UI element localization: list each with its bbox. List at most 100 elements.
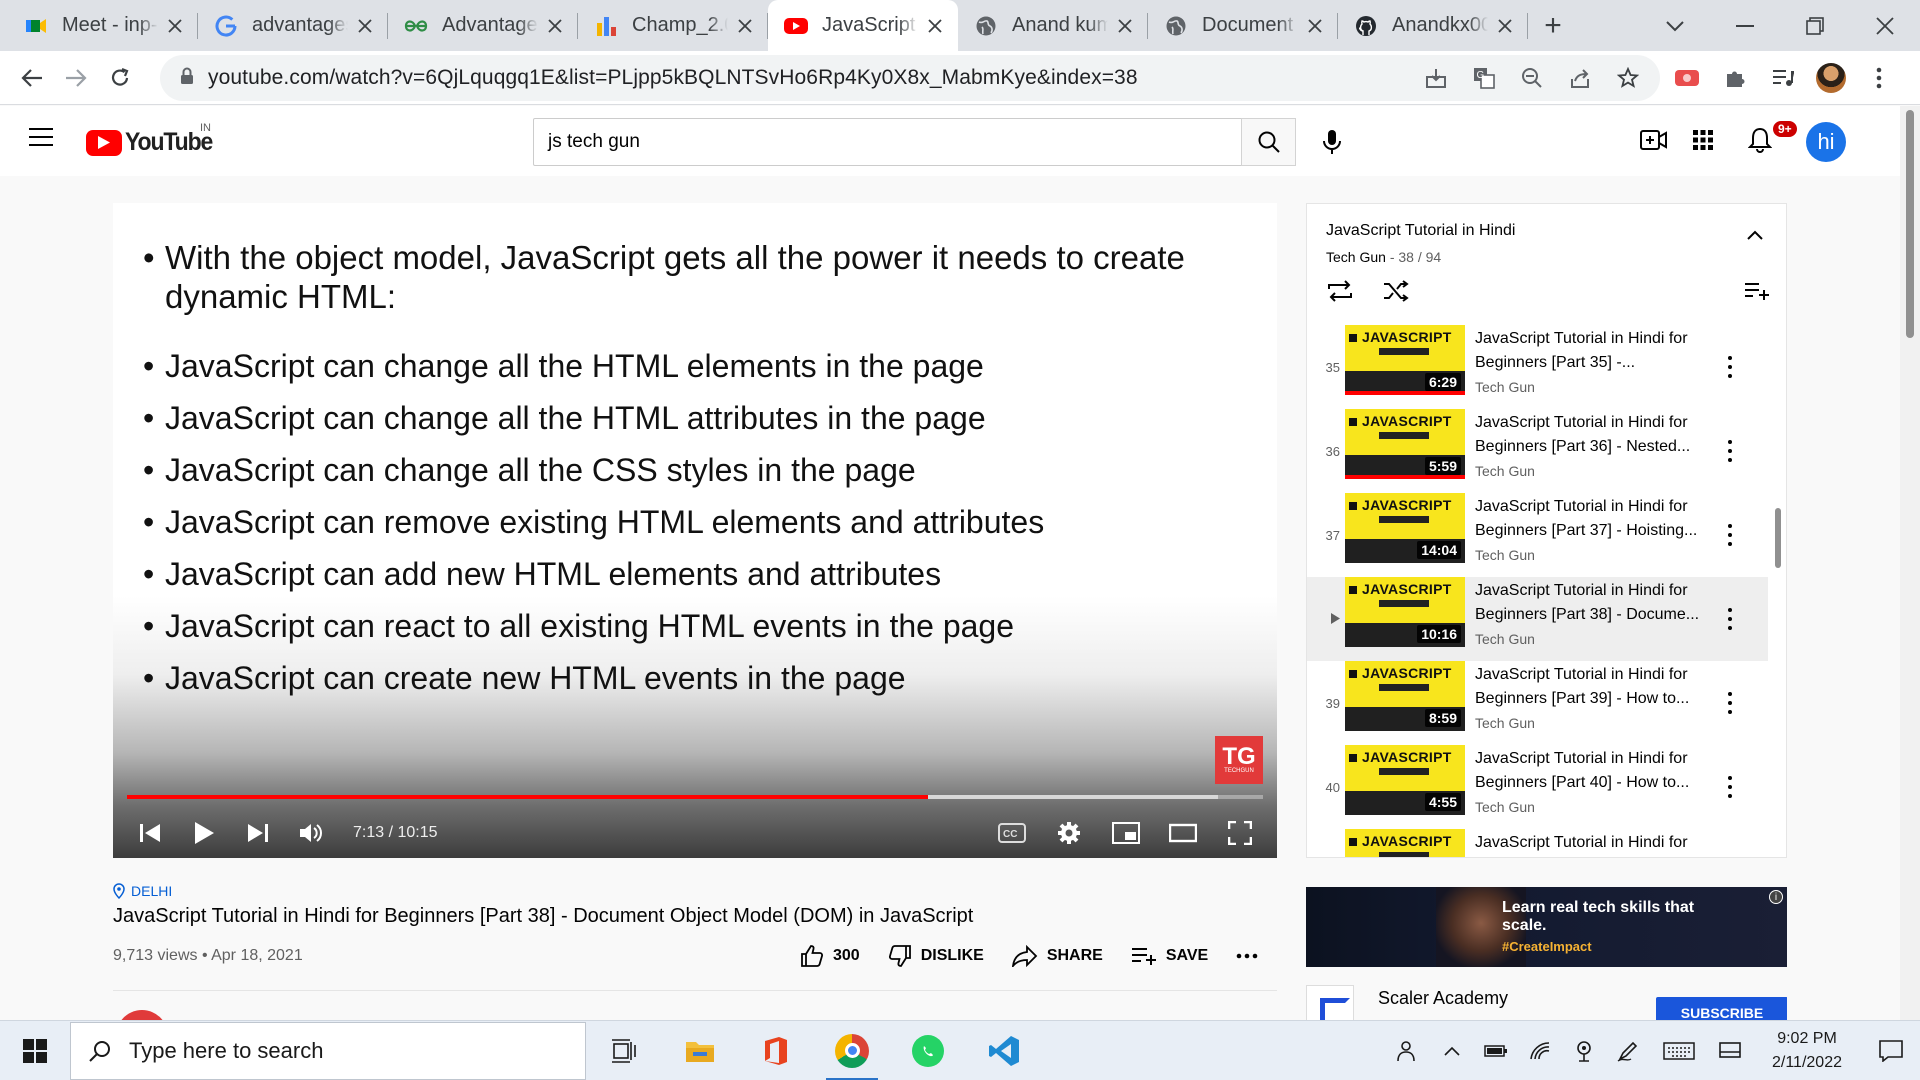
- vscode-icon[interactable]: [966, 1021, 1042, 1080]
- browser-tab[interactable]: Champ_2.0: [578, 0, 768, 51]
- close-tab-icon[interactable]: [544, 15, 566, 37]
- clock[interactable]: 9:02 PM 2/11/2022: [1752, 1027, 1862, 1075]
- fullscreen-icon[interactable]: [1213, 810, 1267, 856]
- close-tab-icon[interactable]: [164, 15, 186, 37]
- pen-workspace-icon[interactable]: [1606, 1021, 1650, 1080]
- ad-info-icon[interactable]: i: [1769, 890, 1783, 904]
- profile-avatar[interactable]: [1809, 56, 1853, 100]
- tab-search-icon[interactable]: [1640, 4, 1710, 48]
- close-tab-icon[interactable]: [734, 15, 756, 37]
- more-options-icon[interactable]: [1720, 773, 1740, 801]
- browser-tab[interactable]: Anand kum: [958, 0, 1148, 51]
- playlist-channel[interactable]: Tech Gun: [1326, 249, 1386, 265]
- playlist-item-info[interactable]: JavaScript Tutorial in Hindi for: [1475, 829, 1715, 857]
- apps-grid-icon[interactable]: [1692, 129, 1714, 156]
- install-app-icon[interactable]: [1414, 56, 1458, 100]
- miniplayer-icon[interactable]: [1099, 810, 1153, 856]
- reload-button[interactable]: [98, 56, 142, 100]
- playlist-item-title[interactable]: JavaScript Tutorial in Hindi for Beginne…: [1475, 747, 1715, 795]
- minimize-button[interactable]: [1710, 4, 1780, 48]
- playlist-item-info[interactable]: JavaScript Tutorial in Hindi for Beginne…: [1475, 493, 1715, 563]
- clock-time[interactable]: 9:02 PM: [1752, 1027, 1862, 1051]
- subscribe-button[interactable]: SUBSCRIBE: [1656, 997, 1787, 1020]
- playlist-item-info[interactable]: JavaScript Tutorial in Hindi for Beginne…: [1475, 577, 1715, 647]
- browser-tab[interactable]: Advantages: [388, 0, 578, 51]
- youtube-logo[interactable]: YouTube IN: [86, 122, 220, 157]
- playlist-item-info[interactable]: JavaScript Tutorial in Hindi for Beginne…: [1475, 661, 1715, 731]
- more-options-icon[interactable]: [1720, 437, 1740, 465]
- hamburger-menu-icon[interactable]: [28, 126, 58, 156]
- browser-tab[interactable]: Document: [1148, 0, 1338, 51]
- playlist-item-title[interactable]: JavaScript Tutorial in Hindi for Beginne…: [1475, 663, 1715, 711]
- extensions-puzzle-icon[interactable]: [1713, 56, 1757, 100]
- shuffle-playlist-icon[interactable]: [1382, 279, 1410, 308]
- playlist-item-thumbnail[interactable]: JAVASCRIPT 6:29: [1345, 325, 1465, 395]
- playlist-item[interactable]: JAVASCRIPT 10:16 JavaScript Tutorial in Hi…: [1307, 577, 1768, 661]
- address-bar[interactable]: youtube.com/watch?v=6QjLquqgq1E&list=PLj…: [160, 55, 1660, 101]
- advertiser-name[interactable]: Scaler Academy: [1378, 988, 1508, 1009]
- more-options-icon[interactable]: [1720, 521, 1740, 549]
- close-tab-icon[interactable]: [1304, 15, 1326, 37]
- show-hidden-icons-chevron-icon[interactable]: [1430, 1021, 1474, 1080]
- taskbar-search-box[interactable]: Type here to search: [70, 1021, 586, 1080]
- playlist-item-thumbnail[interactable]: JAVASCRIPT 5:59: [1345, 409, 1465, 479]
- url-text[interactable]: youtube.com/watch?v=6QjLquqgq1E&list=PLj…: [208, 66, 1138, 90]
- more-actions-icon[interactable]: [1236, 953, 1258, 959]
- playlist-item[interactable]: 39 JAVASCRIPT 8:59 JavaScript Tutorial in H…: [1307, 661, 1768, 745]
- people-icon[interactable]: [1386, 1021, 1430, 1080]
- captions-icon[interactable]: CC: [985, 810, 1039, 856]
- windows-start-icon[interactable]: [0, 1021, 70, 1080]
- chrome-taskbar-icon[interactable]: [814, 1021, 890, 1080]
- play-icon[interactable]: [177, 810, 231, 856]
- playlist-title[interactable]: JavaScript Tutorial in Hindi: [1326, 222, 1515, 240]
- notifications-bell-icon[interactable]: [1747, 127, 1773, 158]
- search-input[interactable]: js tech gun: [533, 118, 1296, 166]
- share-icon[interactable]: [1558, 56, 1602, 100]
- webcam-icon[interactable]: [1562, 1021, 1606, 1080]
- more-options-icon[interactable]: [1720, 689, 1740, 717]
- more-options-icon[interactable]: [1720, 605, 1740, 633]
- page-scrollbar[interactable]: [1900, 106, 1920, 1020]
- restore-button[interactable]: [1780, 4, 1850, 48]
- sponsored-ad-banner[interactable]: Learn real tech skills that scale. #Crea…: [1306, 887, 1787, 967]
- playlist-item-info[interactable]: JavaScript Tutorial in Hindi for Beginne…: [1475, 325, 1715, 395]
- search-query-text[interactable]: js tech gun: [548, 131, 1251, 153]
- office-icon[interactable]: [738, 1021, 814, 1080]
- share-button[interactable]: SHARE: [1011, 945, 1103, 967]
- lock-icon[interactable]: [180, 67, 194, 90]
- forward-button[interactable]: [54, 56, 98, 100]
- bookmark-star-icon[interactable]: [1606, 56, 1650, 100]
- close-tab-icon[interactable]: [354, 15, 376, 37]
- battery-icon[interactable]: [1474, 1021, 1518, 1080]
- chrome-menu-icon[interactable]: [1857, 56, 1901, 100]
- taskbar-search-placeholder[interactable]: Type here to search: [129, 1038, 323, 1064]
- playlist-item[interactable]: JAVASCRIPT JavaScript Tutorial in Hindi f…: [1307, 829, 1768, 857]
- playlist-item[interactable]: 35 JAVASCRIPT 6:29 JavaScript Tutorial in H…: [1307, 325, 1768, 409]
- volume-icon[interactable]: [285, 810, 339, 856]
- create-video-icon[interactable]: [1640, 129, 1668, 156]
- close-tab-icon[interactable]: [1114, 15, 1136, 37]
- wifi-icon[interactable]: [1518, 1021, 1562, 1080]
- save-button[interactable]: SAVE: [1131, 946, 1208, 966]
- previous-video-icon[interactable]: [123, 810, 177, 856]
- playlist-item[interactable]: 40 JAVASCRIPT 4:55 JavaScript Tutorial in H…: [1307, 745, 1768, 829]
- close-tab-icon[interactable]: [1494, 15, 1516, 37]
- playlist-item-info[interactable]: JavaScript Tutorial in Hindi for Beginne…: [1475, 745, 1715, 815]
- playlist-item-thumbnail[interactable]: JAVASCRIPT 4:55: [1345, 745, 1465, 815]
- translate-icon[interactable]: G: [1462, 56, 1506, 100]
- seek-bar[interactable]: [127, 795, 1263, 799]
- whatsapp-icon[interactable]: [890, 1021, 966, 1080]
- voice-search-button[interactable]: [1310, 120, 1354, 164]
- dislike-button[interactable]: DISLIKE: [888, 944, 984, 968]
- playlist-item-title[interactable]: JavaScript Tutorial in Hindi for Beginne…: [1475, 327, 1715, 375]
- theater-mode-icon[interactable]: [1156, 810, 1210, 856]
- playlist-item-thumbnail[interactable]: JAVASCRIPT: [1345, 829, 1465, 857]
- playlist-item-title[interactable]: JavaScript Tutorial in Hindi for: [1475, 831, 1715, 857]
- media-control-icon[interactable]: [1761, 56, 1805, 100]
- page-scrollbar-thumb[interactable]: [1906, 110, 1914, 338]
- account-avatar[interactable]: hi: [1806, 122, 1846, 162]
- settings-gear-icon[interactable]: [1042, 810, 1096, 856]
- playlist-item[interactable]: 36 JAVASCRIPT 5:59 JavaScript Tutorial in H…: [1307, 409, 1768, 493]
- browser-tab[interactable]: Meet - inp-: [8, 0, 198, 51]
- playlist-item-thumbnail[interactable]: JAVASCRIPT 10:16: [1345, 577, 1465, 647]
